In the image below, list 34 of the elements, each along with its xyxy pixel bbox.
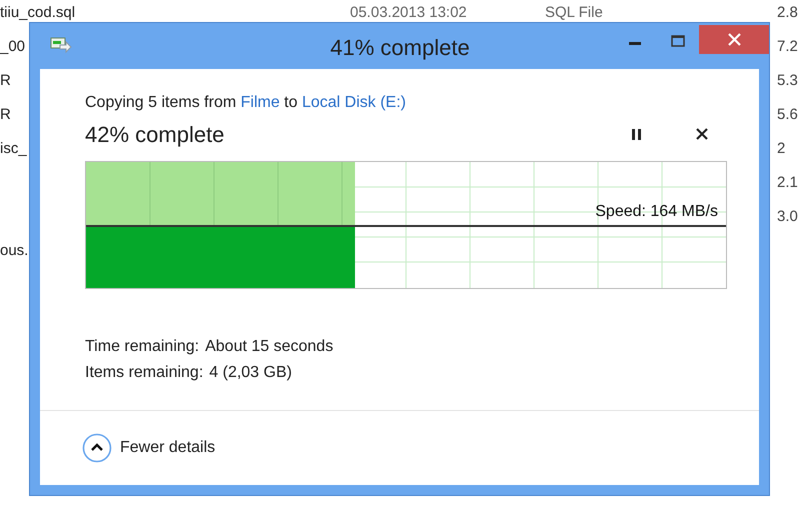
file-size: 5.6 (777, 105, 798, 125)
source-link[interactable]: Filme (240, 94, 280, 111)
file-size: 2.1 (777, 173, 798, 193)
progress-label: 42% complete (85, 120, 226, 149)
file-date: 05.03.2013 13:02 (350, 3, 467, 23)
maximize-icon (671, 35, 685, 47)
close-icon (728, 33, 740, 46)
speed-label: Speed: 164 MB/s (595, 202, 718, 222)
copy-icon (50, 35, 72, 55)
fewer-details-toggle[interactable]: Fewer details (82, 433, 216, 463)
close-button[interactable] (699, 25, 769, 54)
file-name[interactable]: isc_ (0, 138, 27, 160)
copy-summary: Copying 5 items from Filme to Local Disk (E:) (85, 93, 407, 113)
destination-link[interactable]: Local Disk (E:) (302, 94, 406, 111)
file-name[interactable]: ous. (0, 240, 28, 262)
close-icon (696, 128, 708, 140)
detail-label: Time remaining: (85, 337, 200, 357)
pause-icon (632, 128, 640, 140)
minimize-icon (629, 42, 641, 44)
file-size: 2 (777, 139, 786, 159)
file-name[interactable]: tiiu_cod.sql (0, 2, 76, 24)
file-name[interactable]: R (0, 104, 11, 126)
chevron-up-icon (82, 433, 112, 463)
file-size: 7.2 (777, 37, 798, 57)
window-title: 41% complete (329, 34, 471, 62)
detail-label: Items remaining: (85, 363, 204, 383)
file-type: SQL File (545, 3, 603, 23)
file-size: 5.3 (777, 71, 798, 91)
file-name[interactable]: R (0, 70, 11, 92)
file-size: 3.0 (777, 207, 798, 227)
file-size: 2.8 (777, 3, 798, 23)
file-name[interactable]: _00 (0, 36, 26, 58)
detail-value: 4 (2,03 GB) (209, 363, 292, 383)
detail-value: About 15 seconds (205, 337, 334, 357)
